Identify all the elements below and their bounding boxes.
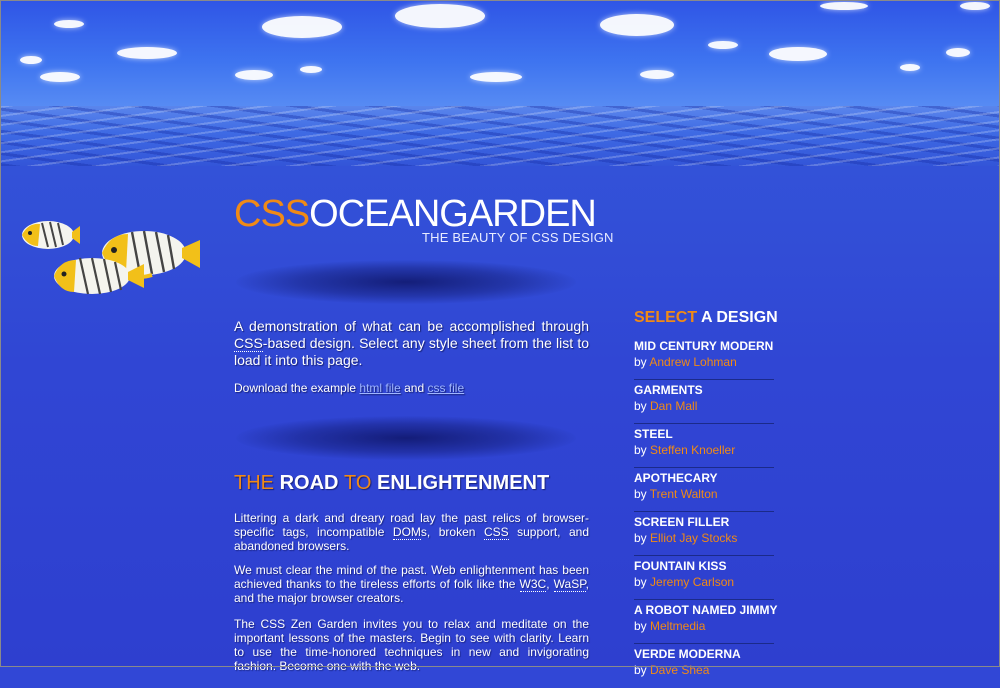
cloud-icon (946, 48, 970, 57)
download-and: and (400, 381, 428, 395)
download-line: Download the example html file and css f… (234, 381, 589, 395)
design-name[interactable]: STEEL (634, 425, 774, 442)
logo-ocean: OCEAN (309, 193, 440, 235)
design-byline: by Dan Mall (634, 398, 774, 414)
design-item[interactable]: FOUNTAIN KISS by Jeremy Carlson (634, 557, 774, 600)
design-name[interactable]: GARMENTS (634, 381, 774, 398)
cloud-icon (708, 41, 738, 49)
cloud-icon (40, 72, 80, 82)
design-byline: by Dave Shea (634, 662, 774, 678)
road-paragraph-3: The CSS Zen Garden invites you to relax … (234, 617, 589, 673)
cloud-icon (820, 2, 868, 10)
design-item[interactable]: GARMENTS by Dan Mall (634, 381, 774, 424)
fish-icon (22, 221, 80, 249)
cloud-icon (600, 14, 674, 36)
logo-tagline: THE BEAUTY OF CSS DESIGN (422, 230, 614, 245)
by-label: by (634, 619, 651, 633)
cloud-icon (117, 47, 177, 59)
fish-icon (54, 257, 144, 295)
by-label: by (634, 531, 651, 545)
cloud-icon (235, 70, 273, 80)
designer-link[interactable]: Elliot Jay Stocks (650, 531, 737, 545)
design-name[interactable]: MID CENTURY MODERN (634, 337, 774, 354)
designer-link[interactable]: Dave Shea (650, 663, 709, 677)
logo-garden: GARDEN (439, 193, 597, 235)
title-road: ROAD (279, 472, 345, 494)
design-name[interactable]: FOUNTAIN KISS (634, 557, 774, 574)
css-abbr: CSS (483, 525, 509, 540)
by-label: by (634, 399, 651, 413)
intro-text: A demonstration of what can be accomplis… (234, 318, 589, 334)
by-label: by (634, 575, 651, 589)
design-byline: by Meltmedia (634, 618, 774, 634)
title-to: TO (344, 472, 377, 494)
cloud-icon (960, 2, 990, 10)
site-logo: CSSOCEANGARDEN THE BEAUTY OF CSS DESIGN (234, 193, 613, 245)
wasp-abbr: WaSP (553, 577, 586, 592)
cloud-icon (769, 47, 827, 61)
design-item[interactable]: APOTHECARY by Trent Walton (634, 469, 774, 512)
cloud-icon (395, 4, 485, 28)
logo-shadow (236, 260, 576, 304)
design-list: SELECT A DESIGN MID CENTURY MODERN by An… (634, 309, 778, 688)
design-byline: by Elliot Jay Stocks (634, 530, 774, 546)
design-byline: by Steffen Knoeller (634, 442, 774, 458)
design-name[interactable]: VERDE MODERNA (634, 645, 774, 662)
design-name[interactable]: APOTHECARY (634, 469, 774, 486)
css-file-link[interactable]: css file (427, 381, 464, 395)
ocean-surface (0, 106, 1000, 166)
para-text: s, broken (420, 525, 484, 539)
by-label: by (634, 663, 651, 677)
css-abbr: CSS (234, 335, 263, 352)
designer-link[interactable]: Trent Walton (650, 487, 718, 501)
logo-wordmark: CSSOCEANGARDEN (234, 193, 597, 235)
by-label: by (634, 443, 651, 457)
logo-css: CSS (234, 193, 310, 235)
intro-paragraph: A demonstration of what can be accomplis… (234, 318, 589, 369)
design-list-title: SELECT A DESIGN (634, 309, 778, 327)
title-select: SELECT (634, 309, 701, 326)
cloud-icon (262, 16, 342, 38)
w3c-abbr: W3C (519, 577, 547, 592)
design-byline: by Trent Walton (634, 486, 774, 502)
design-byline: by Andrew Lohman (634, 354, 774, 370)
download-prefix: Download the example (234, 381, 360, 395)
by-label: by (634, 487, 650, 501)
designer-link[interactable]: Andrew Lohman (649, 355, 736, 369)
section-shadow (236, 416, 576, 460)
designer-link[interactable]: Meltmedia (650, 619, 705, 633)
para-text: , (546, 577, 554, 591)
title-the: THE (234, 472, 280, 494)
design-item[interactable]: SCREEN FILLER by Elliot Jay Stocks (634, 513, 774, 556)
cloud-icon (640, 70, 674, 79)
title-enlightenment: ENLIGHTENMENT (376, 472, 550, 494)
cloud-icon (900, 64, 920, 71)
designer-link[interactable]: Jeremy Carlson (650, 575, 734, 589)
by-label: by (634, 355, 650, 369)
design-name[interactable]: A ROBOT NAMED JIMMY (634, 601, 778, 618)
design-item[interactable]: STEEL by Steffen Knoeller (634, 425, 774, 468)
sky-banner (0, 0, 1000, 112)
title-a-design: A DESIGN (700, 309, 778, 326)
design-item[interactable]: A ROBOT NAMED JIMMY by Meltmedia (634, 601, 778, 644)
cloud-icon (300, 66, 322, 73)
intro-text: -based design. Select any style sheet fr… (234, 335, 589, 368)
cloud-icon (470, 72, 522, 82)
dom-abbr: DOM (392, 525, 421, 540)
cloud-icon (54, 20, 84, 28)
design-byline: by Jeremy Carlson (634, 574, 774, 590)
road-paragraph-1: Littering a dark and dreary road lay the… (234, 511, 589, 553)
design-item[interactable]: MID CENTURY MODERN by Andrew Lohman (634, 337, 774, 380)
design-item[interactable]: VERDE MODERNA by Dave Shea (634, 645, 774, 687)
cloud-icon (20, 56, 42, 64)
html-file-link[interactable]: html file (359, 381, 400, 395)
road-paragraph-2: We must clear the mind of the past. Web … (234, 563, 589, 605)
designer-link[interactable]: Dan Mall (650, 399, 697, 413)
section-title: THE ROAD TO ENLIGHTENMENT (234, 472, 549, 495)
design-name[interactable]: SCREEN FILLER (634, 513, 774, 530)
designer-link[interactable]: Steffen Knoeller (650, 443, 735, 457)
